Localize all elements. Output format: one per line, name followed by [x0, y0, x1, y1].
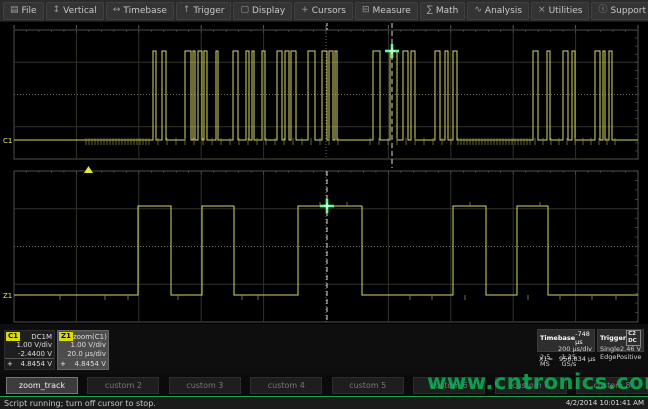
timebase-icon: ↔	[113, 6, 121, 15]
menu-label-timebase: Timebase	[123, 6, 166, 16]
descriptor-panel: C1 DC1M 1.00 V/div -2.4400 V + 4.8454 V …	[0, 324, 648, 374]
timebase-descriptor[interactable]: Timebase -748 µs 200 µs/div 2.5 MS 1.25 …	[537, 329, 595, 352]
menu-file[interactable]: ▤File	[3, 2, 44, 20]
menu-display[interactable]: ▢Display	[233, 2, 292, 20]
menu-label-vertical: Vertical	[63, 6, 97, 16]
menu-label-display: Display	[252, 6, 285, 16]
trigger-title: Trigger	[600, 334, 626, 342]
c1-badge: C1	[6, 332, 20, 341]
waveform-display: C1 Z1	[0, 0, 648, 374]
c1-cursor-value: 4.8454 V	[20, 359, 52, 369]
x1-label: X1=	[539, 355, 553, 363]
z1-cursor-marker-icon: +	[60, 359, 66, 369]
menu-items: ▤File↕Vertical↔Timebase↑Trigger▢Display+…	[3, 2, 648, 20]
analysis-icon: ∿	[474, 6, 482, 15]
menu-label-math: Math	[436, 6, 459, 16]
menu-label-utilities: Utilities	[549, 6, 583, 16]
trigger-source-badge: C2 DC	[626, 330, 641, 346]
delay-marker-triangle	[84, 166, 93, 173]
c1-vertical-scale: 1.00 V/div	[5, 341, 54, 350]
tab-custom-2[interactable]: custom 2	[87, 377, 159, 394]
menu-measure[interactable]: ⊟Measure	[355, 2, 418, 20]
menu-label-analysis: Analysis	[485, 6, 522, 16]
c1-coupling: DC1M	[31, 333, 52, 341]
z1-badge: Z1	[59, 332, 73, 341]
status-timestamp: 4/2/2014 10:01:41 AM	[566, 399, 644, 407]
channel-c1-descriptor[interactable]: C1 DC1M 1.00 V/div -2.4400 V + 4.8454 V	[4, 330, 55, 370]
z1-vertical-scale: 1.00 V/div	[58, 341, 108, 350]
z1-grid-label: Z1	[3, 292, 12, 300]
tab-custom-5[interactable]: custom 5	[332, 377, 404, 394]
status-bar: Script running; turn off cursor to stop.…	[0, 396, 648, 409]
trigger-icon: ↑	[183, 6, 191, 15]
z1-cursor-value: 4.8454 V	[74, 359, 106, 369]
c1-grid-label: C1	[3, 137, 12, 145]
menu-label-file: File	[22, 6, 37, 16]
menu-analysis[interactable]: ∿Analysis	[467, 2, 529, 20]
file-icon: ▤	[10, 6, 19, 15]
menu-label-support: Support	[610, 6, 646, 16]
support-icon: ⓘ	[598, 6, 607, 15]
vertical-icon: ↕	[53, 6, 61, 15]
menu-math[interactable]: ∑Math	[420, 2, 466, 20]
menu-label-measure: Measure	[373, 6, 411, 16]
z1-source: zoom(C1)	[73, 333, 107, 341]
zoom-z1-descriptor[interactable]: Z1 zoom(C1) 1.00 V/div 20.0 µs/div + 4.8…	[57, 330, 109, 370]
menu-support[interactable]: ⓘSupport	[591, 2, 648, 20]
display-icon: ▢	[240, 6, 249, 15]
math-icon: ∑	[427, 6, 433, 15]
x1-value: 950.834 µs	[559, 355, 595, 363]
tab-custom-8[interactable]: custom 8	[576, 377, 648, 394]
tab-custom-7[interactable]: custom 7	[495, 377, 567, 394]
menu-utilities[interactable]: ×Utilities	[531, 2, 589, 20]
status-message: Script running; turn off cursor to stop.	[4, 399, 156, 408]
trigger-type: Edge	[600, 354, 616, 362]
menu-cursors[interactable]: +Cursors	[294, 2, 353, 20]
cursor-x1-readout: X1= 950.834 µs	[539, 355, 596, 363]
tab-custom-3[interactable]: custom 3	[169, 377, 241, 394]
oscilloscope-app: C1Z1 ▤File↕Vertical↔Timebase↑Trigger▢Dis…	[0, 0, 648, 409]
utilities-icon: ×	[538, 6, 546, 15]
c1-cursor-marker-icon: +	[7, 359, 13, 369]
cursors-icon: +	[301, 6, 309, 15]
menu-bar: ▤File↕Vertical↔Timebase↑Trigger▢Display+…	[0, 0, 648, 22]
measure-icon: ⊟	[362, 6, 370, 15]
timebase-title: Timebase	[540, 334, 575, 342]
setup-tab-bar: zoom_track custom 2 custom 3 custom 4 custom…	[0, 374, 648, 395]
timebase-delay: -748 µs	[575, 330, 592, 346]
menu-label-trigger: Trigger	[193, 6, 224, 16]
trigger-descriptor[interactable]: Trigger C2 DC Single 2.46 V Edge Positiv…	[597, 329, 644, 352]
trigger-slope: Positive	[616, 354, 641, 362]
menu-label-cursors: Cursors	[312, 6, 346, 16]
menu-trigger[interactable]: ↑Trigger	[176, 2, 232, 20]
menu-timebase[interactable]: ↔Timebase	[106, 2, 174, 20]
menu-vertical[interactable]: ↕Vertical	[46, 2, 104, 20]
tab-custom-6[interactable]: custom 6	[413, 377, 485, 394]
tab-zoom_track[interactable]: zoom_track	[6, 377, 78, 394]
tab-custom-4[interactable]: custom 4	[250, 377, 322, 394]
